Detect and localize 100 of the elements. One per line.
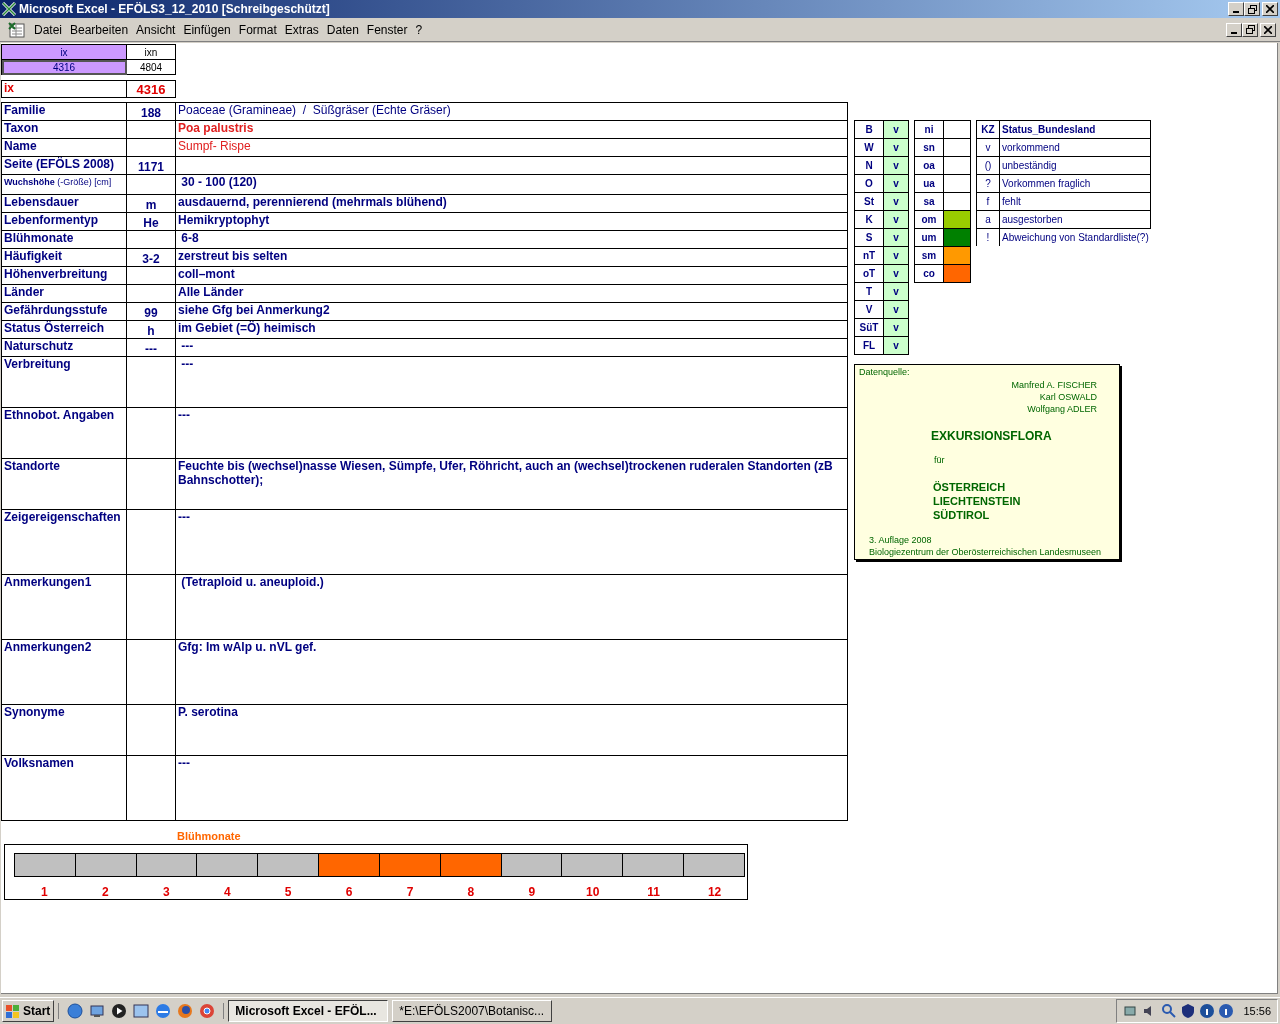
taskbar-button[interactable]: *E:\EFÖLS2007\Botanisc... — [392, 1000, 553, 1022]
minimize-button[interactable] — [1226, 22, 1242, 37]
round-browser-icon[interactable] — [199, 1003, 216, 1019]
author-name: Manfred A. FISCHER — [1011, 379, 1097, 391]
table-cell: im Gebiet (=Ö) heimisch — [175, 320, 848, 339]
row-label: Länder — [1, 284, 127, 303]
row-label: Anmerkungen1 — [1, 574, 127, 640]
region-name: LIECHTENSTEIN — [933, 494, 1021, 508]
row-label: Naturschutz — [1, 338, 127, 357]
table-cell: --- — [175, 356, 848, 408]
minimize-icon — [1233, 11, 1239, 13]
table-cell — [943, 174, 971, 193]
month-label: 8 — [466, 884, 476, 899]
row-label: Gefährdungsstufe — [1, 302, 127, 321]
row-label: Zeigereigenschaften — [1, 509, 127, 575]
table-cell — [943, 138, 971, 157]
table-cell: coll–mont — [175, 266, 848, 285]
book-title: EXKURSIONSFLORA — [931, 429, 1053, 443]
menu-item[interactable]: Fenster — [362, 22, 412, 37]
table-cell: oa — [914, 156, 944, 175]
close-icon — [1264, 25, 1272, 34]
row-label: Name — [1, 138, 127, 157]
restore-button[interactable] — [1244, 2, 1260, 16]
month-label: 3 — [161, 884, 171, 899]
month-label: 1 — [40, 884, 49, 899]
table-cell: nT — [854, 246, 884, 265]
table-cell[interactable]: 4804 — [126, 59, 176, 75]
menu-item[interactable]: Ansicht — [132, 22, 180, 37]
table-cell: zerstreut bis selten — [175, 248, 848, 267]
row-label: Taxon — [1, 120, 127, 139]
chart-title: Blühmonate — [177, 830, 242, 842]
row-label: Ethnobot. Angaben — [1, 407, 127, 459]
table-cell: Poaceae (Gramineae) / Süßgräser (Echte Gräser) — [175, 102, 848, 121]
desktop-icon[interactable] — [89, 1003, 106, 1019]
table-header: ix — [1, 44, 127, 60]
table-cell: St — [854, 192, 884, 211]
table-cell: SüT — [854, 318, 884, 337]
month-label: 11 — [646, 884, 661, 899]
table-cell: co — [914, 264, 944, 283]
table-cell — [943, 156, 971, 175]
table-cell: sm — [914, 246, 944, 265]
row-label: Blühmonate — [1, 230, 127, 249]
table-cell: Alle Länder — [175, 284, 848, 303]
table-cell: f — [976, 192, 1000, 211]
table-cell: W — [854, 138, 884, 157]
row-label: Status Österreich — [1, 320, 127, 339]
edition-text: 3. Auflage 2008 — [869, 535, 933, 545]
table-cell — [943, 192, 971, 211]
table-cell: --- — [175, 509, 848, 575]
table-cell: 99 — [126, 302, 176, 321]
browser-icon[interactable] — [155, 1003, 172, 1019]
close-button[interactable] — [1260, 22, 1276, 37]
info-icon[interactable] — [1218, 1003, 1235, 1019]
row-label: Synonyme — [1, 704, 127, 756]
table-cell: N — [854, 156, 884, 175]
field-label: ix — [1, 80, 127, 98]
info-icon[interactable] — [1199, 1003, 1216, 1019]
table-cell: O — [854, 174, 884, 193]
menu-item[interactable]: Extras — [280, 22, 323, 37]
start-button[interactable]: Start — [2, 1000, 55, 1022]
restore-button[interactable] — [1242, 22, 1258, 37]
table-cell — [943, 120, 971, 139]
table-cell: FL — [854, 336, 884, 355]
table-cell: --- — [175, 407, 848, 459]
row-label: Volksnamen — [1, 755, 127, 821]
table-cell: P. serotina — [175, 704, 848, 756]
source-heading: Datenquelle: — [859, 367, 911, 377]
play-icon[interactable] — [111, 1003, 128, 1019]
table-cell: B — [854, 120, 884, 139]
menu-item[interactable]: ? — [411, 22, 427, 37]
source-text: für — [934, 455, 946, 465]
menu-item[interactable]: Format — [234, 22, 281, 37]
table-cell: ! — [976, 228, 1000, 246]
close-icon — [1266, 5, 1274, 13]
menu-item[interactable]: Datei — [30, 22, 66, 37]
row-label: Anmerkungen2 — [1, 639, 127, 705]
table-cell: um — [914, 228, 944, 247]
table-cell: Vorkommen fraglich — [999, 174, 1151, 193]
menu-item[interactable]: Einfügen — [179, 22, 235, 37]
menu-item[interactable]: Bearbeiten — [66, 22, 133, 37]
minimize-button[interactable] — [1228, 2, 1244, 16]
close-button[interactable] — [1262, 2, 1278, 16]
table-cell: 1171 — [126, 156, 176, 175]
table-cell: He — [126, 212, 176, 231]
month-label: 2 — [101, 884, 110, 899]
taskbar-button[interactable]: Microsoft Excel - EFÖL... — [228, 1000, 389, 1022]
month-label: 9 — [527, 884, 537, 899]
row-label: Lebenformentyp — [1, 212, 127, 231]
shield-icon[interactable] — [1180, 1003, 1197, 1019]
table-header: Status_Bundesland — [999, 120, 1151, 139]
table-cell: 4316 — [126, 80, 176, 98]
table-cell: --- — [126, 338, 176, 357]
menu-item[interactable]: Daten — [322, 22, 363, 37]
author-name: Karl OSWALD — [1039, 391, 1097, 403]
globe-icon[interactable] — [67, 1003, 84, 1019]
table-cell: --- — [175, 338, 848, 357]
window-icon[interactable] — [133, 1003, 150, 1019]
search-icon[interactable] — [1161, 1003, 1178, 1019]
table-cell: ? — [976, 174, 1000, 193]
table-cell: (Tetraploid u. aneuploid.) — [175, 574, 848, 640]
